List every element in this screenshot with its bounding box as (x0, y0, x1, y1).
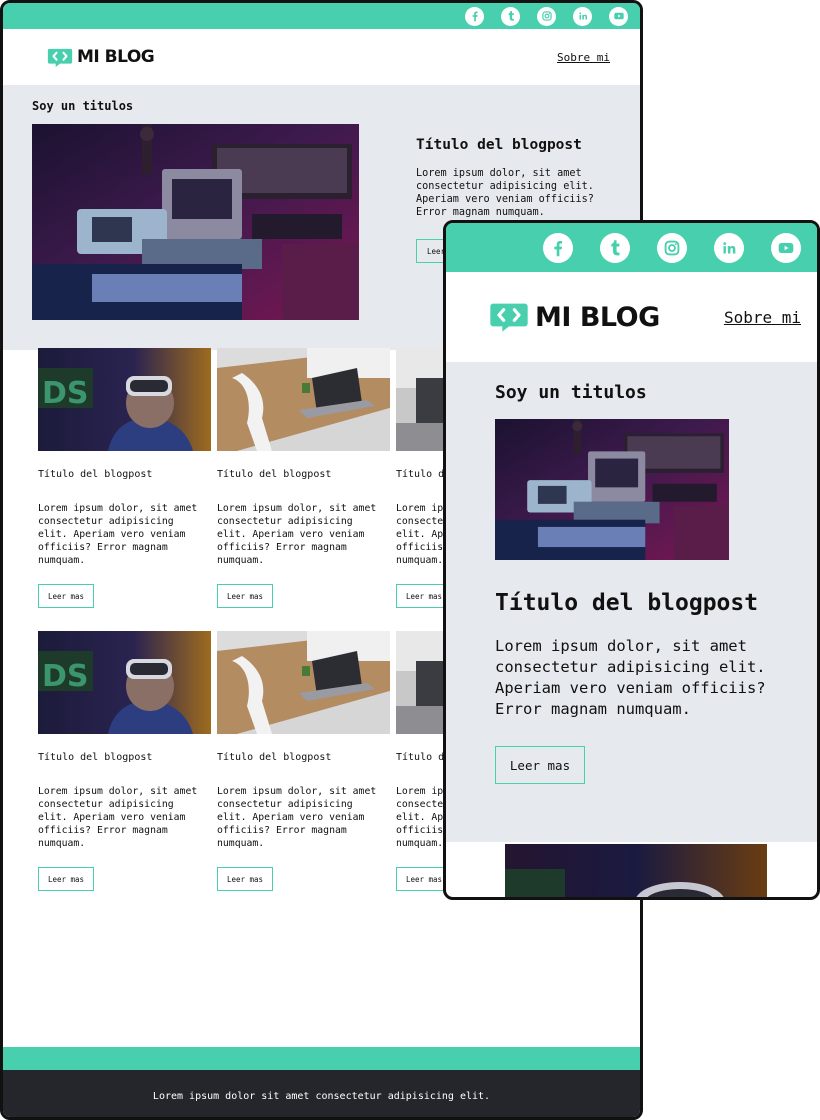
hero-post-title: Título del blogpost (416, 137, 582, 153)
youtube-icon[interactable] (771, 232, 801, 263)
brand-name: MI BLOG (77, 47, 155, 67)
tumblr-icon[interactable] (501, 6, 520, 26)
post-card: Título del blogpost Lorem ipsum dolor, s… (217, 631, 390, 914)
post-image[interactable] (217, 348, 390, 451)
hero-section-label: Soy un titulos (32, 99, 134, 113)
post-body: Lorem ipsum dolor, sit amet consectetur … (38, 503, 198, 566)
footer-accent-band (3, 1047, 640, 1070)
youtube-icon[interactable] (609, 6, 628, 26)
tumblr-icon[interactable] (600, 232, 630, 263)
hero-post-body: Lorem ipsum dolor, sit amet consectetur … (495, 637, 766, 718)
site-footer: Lorem ipsum dolor sit amet consectetur a… (3, 1070, 640, 1117)
brand-logo[interactable]: MI BLOG (489, 301, 660, 333)
read-more-button[interactable]: Leer mas (38, 584, 94, 608)
read-more-button[interactable]: Leer mas (38, 867, 94, 891)
nav-about-link[interactable]: Sobre mi (724, 308, 801, 327)
post-image[interactable] (505, 844, 767, 900)
post-card: Título del blogpost Lorem ipsum dolor, s… (38, 631, 211, 914)
post-image[interactable] (217, 631, 390, 734)
read-more-button[interactable]: Leer mas (217, 584, 273, 608)
post-body: Lorem ipsum dolor, sit amet consectetur … (217, 786, 377, 849)
instagram-icon[interactable] (537, 6, 556, 26)
hero-read-more-button[interactable]: Leer mas (495, 746, 585, 784)
site-header: MI BLOG Sobre mi (446, 272, 817, 362)
site-header: MI BLOG Sobre mi (3, 29, 640, 85)
hero-post-body: Lorem ipsum dolor, sit amet consectetur … (416, 168, 594, 218)
post-title[interactable]: Título del blogpost (38, 469, 211, 480)
post-title[interactable]: Título del blogpost (38, 752, 211, 763)
hero-section: Soy un titulos Título del blogpost Lorem… (446, 362, 817, 842)
hero-section-label: Soy un titulos (495, 382, 647, 403)
brand-logo[interactable]: MI BLOG (47, 47, 155, 68)
facebook-icon[interactable] (543, 232, 573, 263)
hero-image (32, 124, 359, 320)
social-bar (446, 223, 817, 272)
hero-post-title: Título del blogpost (495, 590, 759, 616)
post-image[interactable] (38, 348, 211, 451)
code-bubble-icon (489, 301, 529, 333)
hero-image (495, 419, 729, 560)
instagram-icon[interactable] (657, 232, 687, 263)
post-body: Lorem ipsum dolor, sit amet consectetur … (38, 786, 198, 849)
post-card: Título del blogpost Lorem ipsum dolor, s… (38, 348, 211, 631)
linkedin-icon[interactable] (573, 6, 592, 26)
linkedin-icon[interactable] (714, 232, 744, 263)
brand-name: MI BLOG (535, 301, 660, 333)
social-bar (3, 3, 640, 29)
post-body: Lorem ipsum dolor, sit amet consectetur … (217, 503, 377, 566)
facebook-icon[interactable] (465, 6, 484, 26)
code-bubble-icon (47, 47, 73, 68)
footer-text: Lorem ipsum dolor sit amet consectetur a… (152, 1091, 491, 1102)
post-card: Título del blogpost Lorem ipsum dolor, s… (217, 348, 390, 631)
post-title[interactable]: Título del blogpost (217, 469, 390, 480)
read-more-button[interactable]: Leer mas (217, 867, 273, 891)
mobile-preview: MI BLOG Sobre mi Soy un titulos Título d… (443, 220, 820, 900)
post-image[interactable] (38, 631, 211, 734)
nav-about-link[interactable]: Sobre mi (557, 51, 610, 64)
post-title[interactable]: Título del blogpost (217, 752, 390, 763)
